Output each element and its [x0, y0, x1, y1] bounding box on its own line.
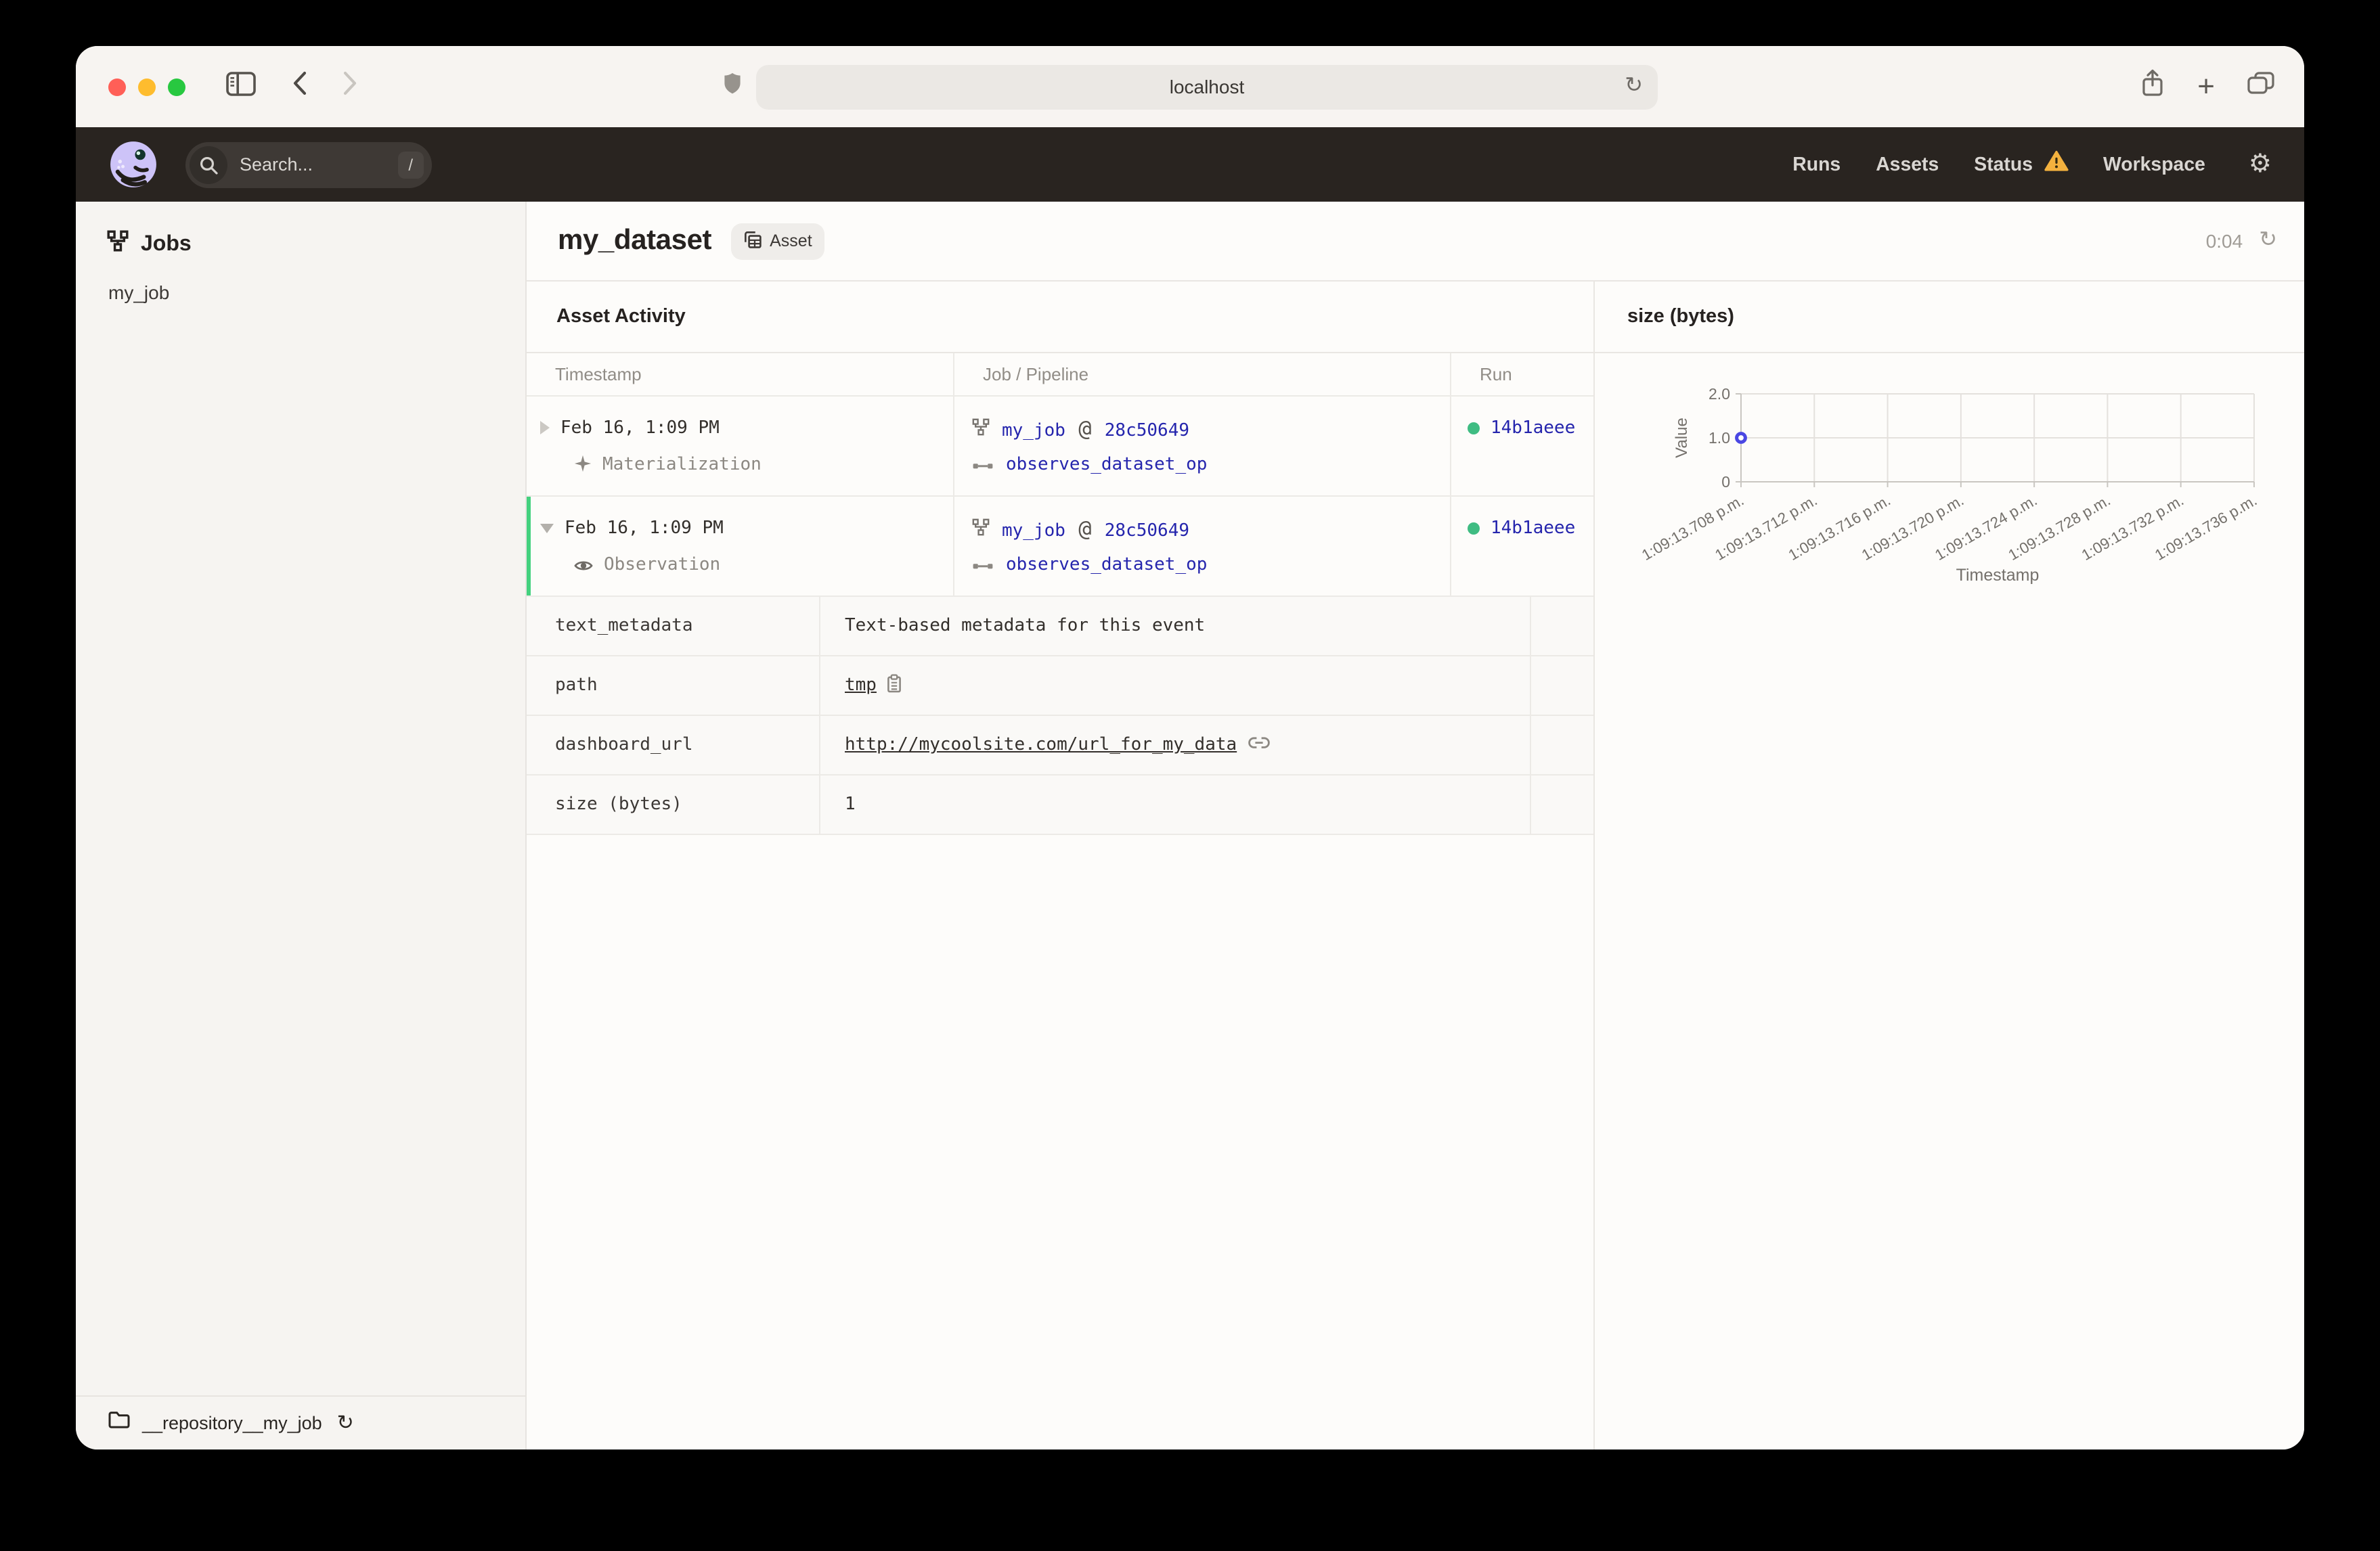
chart-title: size (bytes) [1595, 282, 2304, 353]
nav-status[interactable]: Status [1974, 150, 2068, 179]
metadata-value: 1 [845, 794, 856, 815]
svg-text:2.0: 2.0 [1709, 385, 1730, 403]
metadata-row-path: path tmp [527, 656, 1593, 716]
metadata-value: Text-based metadata for this event [845, 616, 1206, 636]
metadata-key: dashboard_url [555, 735, 693, 755]
run-status-dot [1468, 522, 1480, 534]
back-icon[interactable] [291, 70, 307, 103]
copy-clipboard-icon[interactable] [887, 673, 902, 698]
asset-activity-title: Asset Activity [527, 282, 1593, 353]
size-bytes-chart: 1:09:13.708 p.m. 1:09:13.712 p.m. 1:09:13.… [1595, 353, 2304, 610]
search-shortcut-key: / [397, 151, 424, 178]
metadata-key: text_metadata [555, 616, 693, 636]
asset-badge-label: Asset [770, 231, 812, 250]
collapse-caret-icon[interactable] [540, 523, 554, 533]
at-separator: @ [1078, 515, 1092, 541]
at-separator: @ [1078, 415, 1092, 441]
run-id-link[interactable]: 14b1aeee [1491, 418, 1575, 438]
event-timestamp: Feb 16, 1:09 PM [565, 518, 724, 538]
dashboard-url-link[interactable]: http://mycoolsite.com/url_for_my_data [845, 735, 1237, 755]
job-graph-icon [972, 415, 990, 441]
job-link[interactable]: my_job [1002, 420, 1065, 441]
col-run: Run [1450, 353, 1593, 395]
job-hash-link[interactable]: 28c50649 [1105, 420, 1189, 441]
left-sidebar: Jobs my_job __repository__my_job ↻ [76, 202, 527, 1449]
dagster-logo-icon[interactable] [108, 139, 158, 189]
nav-assets[interactable]: Assets [1876, 154, 1939, 175]
search-placeholder: Search... [240, 154, 313, 175]
reload-icon[interactable]: ↻ [1625, 75, 1643, 97]
path-link[interactable]: tmp [845, 675, 877, 696]
activity-table-header: Timestamp Job / Pipeline Run [527, 353, 1593, 397]
privacy-shield-icon[interactable] [722, 71, 743, 102]
repository-name: __repository__my_job [142, 1413, 322, 1433]
run-status-dot [1468, 422, 1480, 434]
jobs-graph-icon [107, 230, 129, 258]
metadata-key: size (bytes) [555, 794, 682, 815]
event-timestamp: Feb 16, 1:09 PM [560, 418, 720, 438]
minimize-window-button[interactable] [138, 78, 156, 95]
sidebar-item-my-job[interactable]: my_job [76, 258, 525, 303]
settings-gear-icon[interactable]: ⚙ [2249, 152, 2272, 177]
browser-toolbar: localhost ↻ + [76, 46, 2304, 127]
event-row-materialization[interactable]: Feb 16, 1:09 PM Materialization my_job @… [527, 397, 1593, 497]
col-timestamp: Timestamp [555, 364, 642, 384]
warning-triangle-icon [2044, 150, 2068, 179]
op-icon [972, 451, 994, 477]
job-link[interactable]: my_job [1002, 520, 1065, 541]
share-icon[interactable] [2140, 69, 2165, 104]
top-nav: Runs Assets Status Workspace ⚙ [1792, 150, 2272, 179]
op-icon [972, 552, 994, 577]
asset-type-badge: Asset [730, 223, 824, 259]
event-type-label: Observation [604, 554, 721, 575]
search-icon [190, 145, 227, 183]
metadata-key: path [555, 675, 598, 696]
sidebar-toggle-icon[interactable] [226, 71, 256, 102]
svg-text:Value: Value [1673, 418, 1691, 458]
browser-window: localhost ↻ + Search... / Runs Assets St… [76, 46, 2304, 1449]
url-text: localhost [1169, 76, 1245, 97]
expand-caret-icon[interactable] [540, 421, 550, 434]
tab-overview-icon[interactable] [2247, 72, 2274, 102]
sidebar-section-title: Jobs [141, 232, 192, 255]
svg-text:1.0: 1.0 [1709, 429, 1730, 447]
asset-title-row: my_dataset Asset 0:04 ↻ [527, 202, 2304, 282]
event-row-observation[interactable]: Feb 16, 1:09 PM Observation my_job @ 28c… [527, 497, 1593, 597]
forward-icon[interactable] [343, 70, 359, 103]
new-tab-icon[interactable]: + [2197, 71, 2215, 102]
refresh-icon[interactable]: ↻ [2259, 229, 2277, 252]
job-graph-icon [972, 515, 990, 541]
op-link[interactable]: observes_dataset_op [1006, 554, 1207, 575]
asset-activity-panel: Asset Activity Timestamp Job / Pipeline … [527, 282, 1595, 1449]
zoom-window-button[interactable] [168, 78, 185, 95]
folder-icon [108, 1410, 130, 1436]
svg-text:0: 0 [1721, 473, 1730, 491]
svg-text:Timestamp: Timestamp [1956, 566, 2040, 585]
observation-eye-icon [574, 552, 593, 577]
desktop: localhost ↻ + Search... / Runs Assets St… [0, 0, 2380, 1551]
metadata-row-text-metadata: text_metadata Text-based metadata for th… [527, 597, 1593, 656]
refresh-timer: 0:04 [2205, 230, 2243, 252]
asset-table-icon [743, 229, 762, 252]
metadata-row-size-bytes: size (bytes) 1 [527, 776, 1593, 835]
external-link-icon[interactable] [1248, 735, 1269, 755]
metadata-plot-panel: size (bytes) 1:09:13.708 p.m. 1:09:13.712… [1595, 282, 2304, 1449]
repository-bar: __repository__my_job ↻ [76, 1395, 525, 1449]
window-controls [108, 78, 185, 95]
event-type-label: Materialization [602, 454, 762, 474]
nav-workspace[interactable]: Workspace [2103, 154, 2205, 175]
close-window-button[interactable] [108, 78, 126, 95]
page-title: my_dataset [558, 225, 712, 256]
job-hash-link[interactable]: 28c50649 [1105, 520, 1189, 541]
address-bar[interactable]: localhost ↻ [756, 64, 1658, 109]
col-job-pipeline: Job / Pipeline [953, 353, 1450, 395]
nav-runs[interactable]: Runs [1792, 154, 1841, 175]
op-link[interactable]: observes_dataset_op [1006, 454, 1207, 474]
materialization-sparkle-icon [574, 451, 592, 477]
metadata-row-dashboard-url: dashboard_url http://mycoolsite.com/url_… [527, 716, 1593, 776]
repository-refresh-icon[interactable]: ↻ [337, 1413, 354, 1433]
app-header: Search... / Runs Assets Status Workspace… [76, 127, 2304, 202]
global-search-input[interactable]: Search... / [185, 141, 432, 187]
run-id-link[interactable]: 14b1aeee [1491, 518, 1575, 538]
